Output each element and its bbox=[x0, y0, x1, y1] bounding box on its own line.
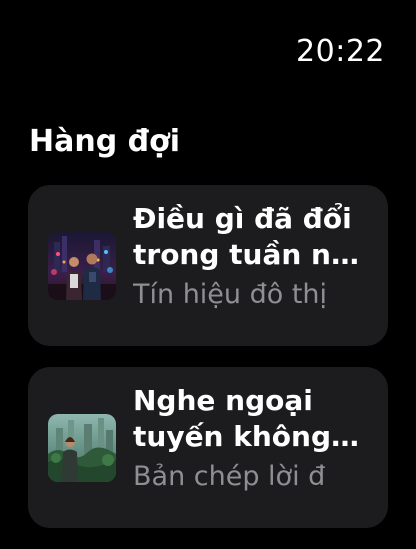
status-time: 20:22 bbox=[296, 34, 385, 69]
episode-title: Điều gì đã đổi trong tuần n… bbox=[133, 202, 359, 271]
queue-item[interactable]: Điều gì đã đổi trong tuần n… Tín hiệu đô… bbox=[28, 185, 388, 346]
queue-list: Điều gì đã đổi trong tuần n… Tín hiệu đô… bbox=[28, 185, 388, 549]
podcast-name: Bản chép lời đ bbox=[133, 461, 326, 492]
podcast-artwork-icon bbox=[48, 414, 116, 482]
podcast-name: Tín hiệu đô thị bbox=[133, 279, 328, 310]
queue-item[interactable]: Nghe ngoại tuyến không… Bản chép lời đ bbox=[28, 367, 388, 528]
queue-item-text: Điều gì đã đổi trong tuần n… Tín hiệu đô… bbox=[133, 201, 367, 313]
queue-item-text: Nghe ngoại tuyến không… Bản chép lời đ bbox=[133, 383, 367, 495]
podcast-artwork-icon bbox=[48, 232, 116, 300]
episode-title: Nghe ngoại tuyến không… bbox=[133, 384, 360, 453]
page-title: Hàng đợi bbox=[29, 124, 180, 159]
